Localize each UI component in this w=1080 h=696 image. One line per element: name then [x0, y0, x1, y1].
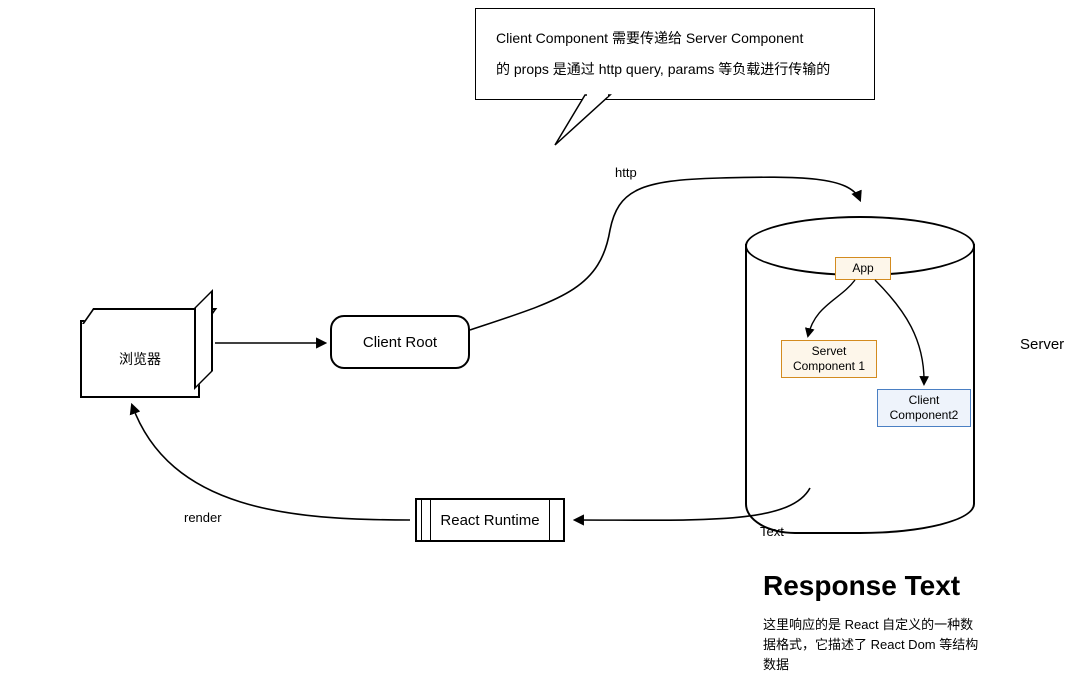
app-label: App — [852, 261, 873, 275]
react-runtime-label: React Runtime — [440, 512, 539, 529]
response-body: 这里响应的是 React 自定义的一种数据格式，它描述了 React Dom 等… — [763, 615, 983, 675]
client-root-node: Client Root — [330, 315, 470, 369]
client-component-2-label: Client Component2 — [890, 393, 959, 422]
bubble-line-1: Client Component 需要传递给 Server Component — [496, 23, 854, 54]
browser-label: 浏览器 — [119, 349, 161, 369]
text-edge-label: Text — [760, 524, 784, 539]
client-component-2-chip: Client Component2 — [877, 389, 971, 427]
bubble-line-2: 的 props 是通过 http query, params 等负载进行传输的 — [496, 54, 854, 85]
server-component-1-label: Servet Component 1 — [793, 344, 865, 373]
server-component-1-chip: Servet Component 1 — [781, 340, 877, 378]
http-edge-label: http — [615, 165, 637, 180]
server-label: Server — [1020, 336, 1064, 353]
app-chip: App — [835, 257, 891, 280]
react-runtime-node: React Runtime — [415, 498, 565, 542]
client-root-label: Client Root — [363, 334, 437, 351]
speech-bubble: Client Component 需要传递给 Server Component … — [475, 8, 875, 100]
response-title: Response Text — [763, 570, 960, 602]
browser-node: 浏览器 — [80, 320, 200, 398]
render-edge-label: render — [184, 510, 222, 525]
